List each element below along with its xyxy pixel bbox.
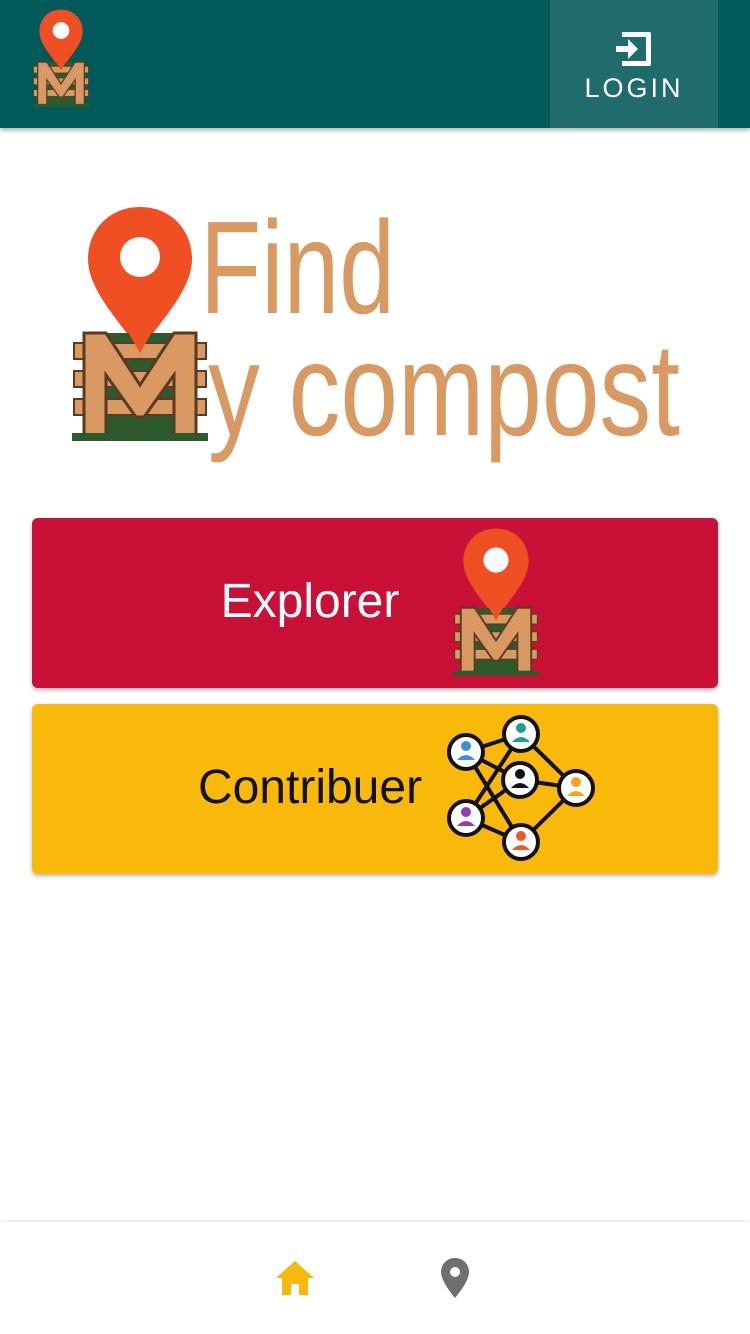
compost-bin-pin-icon (70, 205, 210, 443)
nav-map[interactable] (427, 1250, 483, 1306)
compost-pin-icon (452, 526, 540, 677)
app-header: LOGIN (0, 0, 750, 128)
explorer-button[interactable]: Explorer (32, 518, 718, 688)
nav-home[interactable] (267, 1250, 323, 1306)
map-pin-icon (441, 1258, 469, 1298)
contribuer-button[interactable]: Contribuer (32, 704, 718, 874)
app-title: Find y compost (70, 195, 680, 463)
login-icon (616, 31, 651, 66)
login-button[interactable]: LOGIN (550, 0, 718, 128)
home-icon (276, 1261, 314, 1295)
people-network-icon (447, 715, 595, 861)
app-title-logo: Find y compost (60, 195, 700, 480)
login-label: LOGIN (584, 72, 684, 103)
compost-pin-logo-icon[interactable] (30, 8, 92, 108)
bottom-navigation (0, 1222, 750, 1334)
title-line-2: y compost (208, 316, 680, 463)
